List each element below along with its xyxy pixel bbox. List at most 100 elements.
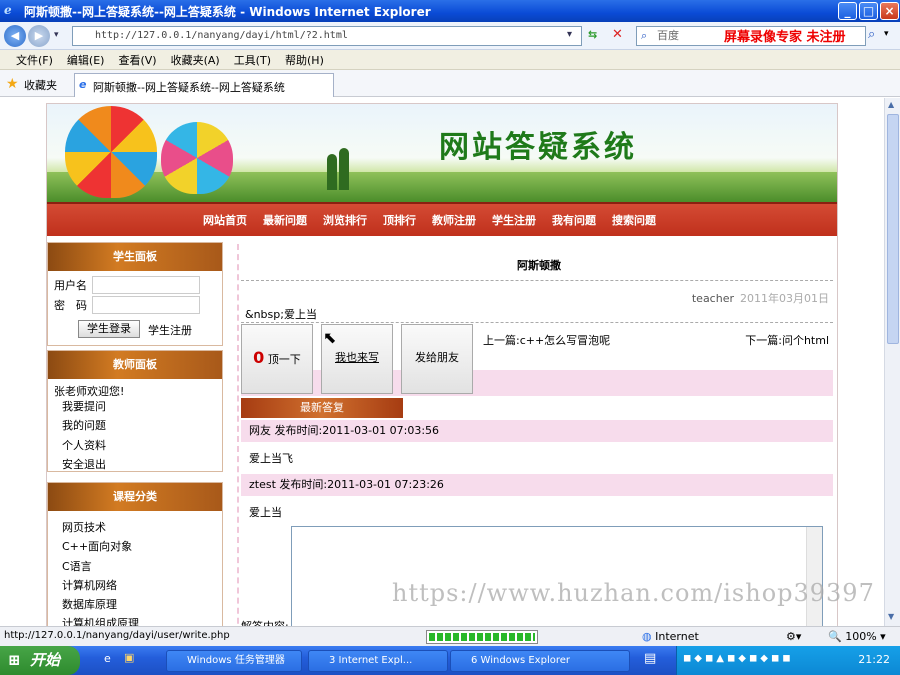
scroll-up-icon[interactable]: ▲ — [888, 100, 894, 109]
clock: 21:22 — [858, 653, 890, 666]
search-placeholder: 百度 — [657, 29, 679, 42]
mouse-cursor-icon: ⬉ — [323, 328, 337, 347]
teacher-link-profile[interactable]: 个人资料 — [62, 437, 106, 453]
tab-title: 阿斯顿撒--网上答疑系统--网上答疑系统 — [93, 81, 285, 94]
teacher-link-ask[interactable]: 我要提问 — [62, 398, 106, 414]
course-link-architecture[interactable]: 计算机组成原理 — [62, 615, 139, 626]
teacher-link-my-questions[interactable]: 我的问题 — [62, 417, 106, 433]
system-tray: ◼◆◼▲◼◆◼◆◼◼ 21:22 — [676, 646, 900, 675]
nav-search[interactable]: 搜索问题 — [612, 212, 656, 228]
stop-icon[interactable]: ✕ — [612, 27, 623, 42]
security-zone[interactable]: ◍ Internet — [642, 630, 699, 643]
history-dropdown-icon[interactable]: ▾ — [54, 30, 59, 40]
teacher-panel-title: 教师面板 — [48, 351, 222, 379]
password-input[interactable] — [92, 296, 200, 314]
divider — [241, 280, 833, 281]
tree-icon — [327, 154, 337, 190]
task-task-manager[interactable]: Windows 任务管理器 — [166, 650, 302, 672]
window-title-bar[interactable]: e 阿斯顿撒--网上答疑系统--网上答疑系统 - Windows Interne… — [0, 0, 900, 22]
nav-student-register[interactable]: 学生注册 — [492, 212, 536, 228]
course-link-c[interactable]: C语言 — [62, 558, 92, 574]
post-meta: teacher 2011年03月01日 — [692, 290, 829, 306]
prev-post-link[interactable]: 上一篇:c++怎么写冒泡呢 — [483, 332, 610, 348]
site-banner: 网站答疑系统 — [47, 104, 837, 202]
balloon-small-icon — [161, 122, 233, 194]
username-input[interactable] — [92, 276, 200, 294]
menu-edit[interactable]: 编辑(E) — [67, 52, 105, 68]
status-url: http://127.0.0.1/nanyang/dayi/user/write… — [4, 630, 230, 641]
start-button[interactable]: ⊞ 开始 — [0, 646, 80, 675]
minimize-button[interactable]: _ — [838, 2, 857, 20]
task-windows-explorer[interactable]: 6 Windows Explorer — [450, 650, 630, 672]
search-button-icon[interactable]: ⌕ — [868, 27, 875, 42]
windows-logo-icon: ⊞ — [8, 651, 21, 669]
refresh-icon[interactable]: ⇆ — [588, 28, 597, 41]
upvote-button[interactable]: 0 顶一下 — [241, 324, 313, 394]
nav-latest[interactable]: 最新问题 — [263, 212, 307, 228]
zoom-level[interactable]: 🔍 100% ▾ — [828, 630, 886, 643]
favorites-button[interactable]: 收藏夹 — [24, 77, 57, 93]
maximize-button[interactable]: □ — [859, 2, 878, 20]
site-container: 网站答疑系统 网站首页 最新问题 浏览排行 顶排行 教师注册 学生注册 我有问题… — [46, 103, 838, 626]
browser-tab[interactable]: e 阿斯顿撒--网上答疑系统--网上答疑系统 — [74, 73, 334, 97]
nav-top-rank[interactable]: 顶排行 — [383, 212, 416, 228]
tree-icon — [339, 148, 349, 190]
quicklaunch-ie-icon[interactable]: e — [104, 652, 111, 665]
site-nav: 网站首页 最新问题 浏览排行 顶排行 教师注册 学生注册 我有问题 搜索问题 — [47, 202, 837, 236]
teacher-panel: 教师面板 张老师欢迎您! 我要提问 我的问题 个人资料 安全退出 — [47, 350, 223, 472]
favorites-star-icon[interactable]: ★ — [6, 76, 19, 92]
menu-favorites[interactable]: 收藏夹(A) — [171, 52, 220, 68]
page-progress-bar — [426, 630, 538, 644]
status-bar: http://127.0.0.1/nanyang/dayi/user/write… — [0, 626, 900, 646]
tray-icons[interactable]: ◼◆◼▲◼◆◼◆◼◼ — [683, 653, 794, 664]
next-post-link[interactable]: 下一篇:问个html — [745, 332, 829, 348]
scroll-thumb[interactable] — [887, 114, 899, 344]
close-button[interactable]: × — [880, 2, 899, 20]
course-link-database[interactable]: 数据库原理 — [62, 596, 117, 612]
nav-teacher-register[interactable]: 教师注册 — [432, 212, 476, 228]
quicklaunch-folder-icon[interactable]: ▣ — [124, 651, 134, 664]
search-provider-icon: ⌕ — [641, 29, 648, 42]
course-link-cpp[interactable]: C++面向对象 — [62, 538, 132, 554]
menu-file[interactable]: 文件(F) — [16, 52, 53, 68]
language-bar-icon[interactable]: ▤ — [644, 651, 656, 666]
scroll-down-icon[interactable]: ▼ — [888, 612, 894, 621]
textarea-scrollbar[interactable] — [806, 527, 822, 626]
ie-logo-icon: e — [4, 3, 12, 17]
menu-help[interactable]: 帮助(H) — [285, 52, 324, 68]
course-link-web[interactable]: 网页技术 — [62, 519, 106, 535]
article-main: 阿斯顿撒 teacher 2011年03月01日 &nbsp;爱上当 0 顶一下 … — [237, 244, 837, 626]
menu-tools[interactable]: 工具(T) — [234, 52, 271, 68]
nav-home[interactable]: 网站首页 — [203, 212, 247, 228]
upvote-count: 0 — [253, 348, 265, 367]
password-label: 密 码 — [54, 299, 87, 312]
reply-text: 爱上当 — [249, 506, 282, 519]
search-options-icon[interactable]: ▾ — [884, 29, 889, 39]
taskbar: ⊞ 开始 e ▣ Windows 任务管理器 3 Internet Expl..… — [0, 646, 900, 675]
protected-mode-icon[interactable]: ⚙▾ — [786, 630, 801, 643]
latest-replies-title: 最新答复 — [241, 398, 403, 418]
page-scrollbar[interactable]: ▲ ▼ — [884, 98, 900, 626]
watermark-text: https://www.huzhan.com/ishop39397 — [392, 579, 875, 607]
address-url: http://127.0.0.1/nanyang/dayi/html/?2.ht… — [95, 30, 348, 41]
student-register-link[interactable]: 学生注册 — [148, 322, 192, 338]
menu-view[interactable]: 查看(V) — [118, 52, 156, 68]
nav-ask-question[interactable]: 我有问题 — [552, 212, 596, 228]
nav-browse-rank[interactable]: 浏览排行 — [323, 212, 367, 228]
post-date: 2011年03月01日 — [740, 292, 829, 305]
share-button[interactable]: 发给朋友 — [401, 324, 473, 394]
post-author: teacher — [691, 292, 734, 305]
teacher-link-logout[interactable]: 安全退出 — [62, 456, 106, 472]
forward-icon[interactable]: ▶ — [28, 25, 50, 47]
upvote-label: 顶一下 — [267, 353, 301, 366]
answer-textarea[interactable] — [291, 526, 823, 626]
reply-text: 爱上当飞 — [249, 452, 293, 465]
address-input[interactable]: http://127.0.0.1/nanyang/dayi/html/?2.ht… — [72, 26, 582, 46]
address-dropdown-icon[interactable]: ▾ — [567, 29, 572, 40]
start-label: 开始 — [30, 651, 61, 669]
back-icon[interactable]: ◀ — [4, 25, 26, 47]
course-link-network[interactable]: 计算机网络 — [62, 577, 117, 593]
task-internet-explorer[interactable]: 3 Internet Expl... — [308, 650, 448, 672]
student-login-button[interactable]: 学生登录 — [78, 320, 140, 338]
reply-header: 网友 发布时间:2011-03-01 07:03:56 — [241, 420, 833, 442]
